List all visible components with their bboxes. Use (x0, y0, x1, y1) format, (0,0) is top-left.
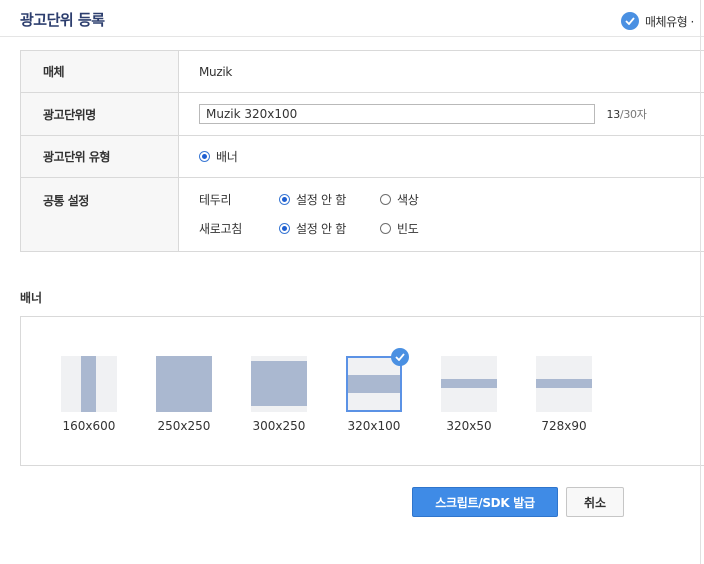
radio-selected-icon[interactable] (279, 222, 290, 234)
type-option-banner[interactable]: 배너 (199, 148, 238, 165)
size-thumbnail[interactable] (61, 356, 117, 412)
size-label: 320x50 (446, 419, 492, 433)
type-label: 광고단위 유형 (20, 135, 179, 178)
ad-unit-form: 매체 Muzik 광고단위명 13/30자 광고단위 유형 배너 공통 설정 테… (20, 50, 704, 252)
radio-selected-icon[interactable] (279, 193, 290, 205)
selected-check-icon (391, 348, 409, 366)
border-label: 테두리 (199, 192, 232, 207)
right-edge-divider (700, 0, 701, 564)
size-label: 300x250 (252, 419, 306, 433)
banner-size-panel: 160x600 250x250 300x250 320x100 320x50 7… (20, 316, 704, 466)
step-label: 매체유형 · (645, 14, 694, 29)
banner-shape (441, 379, 497, 388)
border-option-color[interactable]: 색상 (380, 191, 419, 208)
size-label: 320x100 (347, 419, 401, 433)
ad-unit-name-input[interactable] (199, 104, 595, 124)
refresh-option-none[interactable]: 설정 안 함 (279, 220, 380, 237)
common-label: 공통 설정 (20, 177, 179, 252)
banner-shape (536, 379, 592, 388)
step-indicator: 매체유형 · (621, 12, 694, 30)
issue-script-sdk-button[interactable]: 스크립트/SDK 발급 (412, 487, 558, 517)
refresh-option-frequency[interactable]: 빈도 (380, 220, 419, 237)
name-label: 광고단위명 (20, 92, 179, 136)
size-label: 250x250 (157, 419, 211, 433)
banner-shape (81, 356, 96, 412)
size-option-250x250[interactable]: 250x250 (156, 356, 212, 433)
char-counter: 13/30자 (607, 108, 647, 121)
radio-icon[interactable] (380, 222, 391, 234)
size-option-160x600[interactable]: 160x600 (61, 356, 117, 433)
char-count: 13 (606, 108, 621, 121)
size-thumbnail[interactable] (251, 356, 307, 412)
size-thumbnail[interactable] (346, 348, 409, 412)
size-thumbnail[interactable] (156, 356, 212, 412)
char-max: /30자 (619, 108, 647, 121)
banner-shape (251, 361, 307, 406)
refresh-option-none-label: 설정 안 함 (296, 221, 346, 236)
refresh-label: 새로고침 (199, 221, 242, 236)
page-title: 광고단위 등록 (20, 11, 105, 29)
size-option-320x100[interactable]: 320x100 (346, 348, 409, 433)
banner-shape (156, 356, 212, 412)
type-option-label: 배너 (216, 150, 238, 164)
size-option-300x250[interactable]: 300x250 (251, 356, 307, 433)
radio-selected-icon[interactable] (199, 151, 210, 162)
radio-icon[interactable] (380, 193, 391, 205)
size-label: 160x600 (62, 419, 116, 433)
form-row-media: 매체 Muzik (20, 50, 704, 93)
media-value: Muzik (178, 50, 704, 93)
form-row-name: 광고단위명 13/30자 (20, 92, 704, 136)
cancel-button[interactable]: 취소 (566, 487, 624, 517)
border-option-none[interactable]: 설정 안 함 (279, 191, 380, 208)
border-option-color-label: 색상 (397, 192, 419, 207)
banner-shape (348, 375, 400, 393)
size-label: 728x90 (541, 419, 587, 433)
size-option-728x90[interactable]: 728x90 (536, 356, 592, 433)
banner-section-title: 배너 (20, 291, 43, 305)
border-setting: 테두리 설정 안 함 색상 (199, 185, 704, 214)
border-option-none-label: 설정 안 함 (296, 192, 346, 207)
refresh-option-frequency-label: 빈도 (397, 221, 419, 236)
media-label: 매체 (20, 50, 179, 93)
refresh-setting: 새로고침 설정 안 함 빈도 (199, 214, 704, 243)
form-row-type: 광고단위 유형 배너 (20, 135, 704, 178)
size-option-320x50[interactable]: 320x50 (441, 356, 497, 433)
size-thumbnail[interactable] (441, 356, 497, 412)
form-row-common: 공통 설정 테두리 설정 안 함 색상 새로고침 설정 안 함 빈도 (20, 177, 704, 252)
check-circle-icon (621, 12, 639, 30)
size-thumbnail[interactable] (536, 356, 592, 412)
header-divider (0, 36, 704, 37)
